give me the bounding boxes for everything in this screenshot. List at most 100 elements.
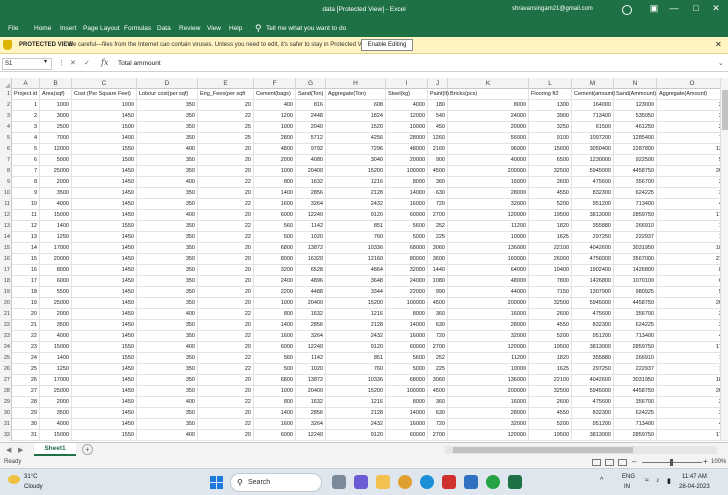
table-cell[interactable]: 32 xyxy=(657,111,728,122)
table-cell[interactable]: 1426800 xyxy=(572,276,614,287)
table-cell[interactable]: 350 xyxy=(137,111,198,122)
table-cell[interactable]: 16000 xyxy=(386,419,428,430)
vertical-scroll-thumb[interactable] xyxy=(722,90,728,130)
table-cell[interactable]: 1450 xyxy=(72,243,137,254)
table-cell[interactable]: 12000 xyxy=(386,111,428,122)
table-cell[interactable]: 9120 xyxy=(326,342,386,353)
table-cell[interactable]: 3344 xyxy=(326,287,386,298)
table-cell[interactable]: 4896 xyxy=(296,276,326,287)
table-cell[interactable]: 980925 xyxy=(614,287,657,298)
select-all-corner[interactable] xyxy=(0,78,12,89)
table-cell[interactable]: 22 xyxy=(198,221,254,232)
table-cell[interactable]: 1550 xyxy=(72,353,137,364)
table-cell[interactable]: 1450 xyxy=(72,320,137,331)
horizontal-scroll-thumb[interactable] xyxy=(453,447,633,453)
normal-view-icon[interactable] xyxy=(592,459,601,466)
table-cell[interactable]: 760 xyxy=(326,232,386,243)
row-number[interactable]: 31 xyxy=(0,419,12,430)
table-cell[interactable]: 16000 xyxy=(448,309,529,320)
tell-me-search[interactable]: Tell me what you want to do xyxy=(266,25,346,32)
table-cell[interactable]: 5200 xyxy=(529,419,572,430)
table-cell[interactable]: 350 xyxy=(137,265,198,276)
table-cell[interactable]: 1550 xyxy=(72,342,137,353)
wifi-icon[interactable]: ≈ xyxy=(645,477,649,484)
table-cell[interactable]: 17 xyxy=(12,276,40,287)
table-cell[interactable]: 350 xyxy=(137,254,198,265)
table-cell[interactable]: 2000 xyxy=(40,309,72,320)
table-cell[interactable]: 16000 xyxy=(386,331,428,342)
table-cell[interactable]: 1450 xyxy=(72,166,137,177)
table-cell[interactable]: 20 xyxy=(198,155,254,166)
table-cell[interactable]: 2200 xyxy=(254,287,296,298)
tab-review[interactable]: Review xyxy=(179,25,200,32)
table-cell[interactable]: 5500 xyxy=(40,287,72,298)
table-cell[interactable]: 356700 xyxy=(614,309,657,320)
table-cell[interactable]: 15600 xyxy=(529,144,572,155)
table-cell[interactable]: 123000 xyxy=(614,100,657,111)
table-cell[interactable]: 28000 xyxy=(448,188,529,199)
table-cell[interactable]: 100000 xyxy=(386,386,428,397)
weather-temperature[interactable]: 31°C xyxy=(24,474,37,480)
windows-start-icon[interactable] xyxy=(210,476,223,489)
table-cell[interactable]: 2400 xyxy=(254,276,296,287)
table-cell[interactable]: 53 xyxy=(657,155,728,166)
table-cell[interactable]: 3813000 xyxy=(572,342,614,353)
table-cell[interactable]: 7150 xyxy=(529,287,572,298)
table-cell[interactable]: 4000 xyxy=(40,419,72,430)
row-number[interactable]: 28 xyxy=(0,386,12,397)
table-cell[interactable]: 12160 xyxy=(326,254,386,265)
table-cell[interactable]: 624225 xyxy=(614,320,657,331)
tab-data[interactable]: Data xyxy=(157,25,171,32)
table-cell[interactable]: 8000 xyxy=(40,265,72,276)
language-indicator[interactable]: ENG xyxy=(622,474,635,480)
header-cell[interactable]: Sand(Ton) xyxy=(296,89,326,100)
table-cell[interactable]: 1000 xyxy=(254,298,296,309)
row-number[interactable]: 2 xyxy=(0,100,12,111)
table-cell[interactable]: 136000 xyxy=(448,243,529,254)
table-cell[interactable]: 20 xyxy=(198,243,254,254)
table-cell[interactable]: 1632 xyxy=(296,309,326,320)
column-header-o[interactable]: O xyxy=(657,78,728,89)
table-cell[interactable]: 1902400 xyxy=(572,265,614,276)
table-cell[interactable]: 222937 xyxy=(614,364,657,375)
column-header-f[interactable]: F xyxy=(254,78,296,89)
table-cell[interactable]: 461250 xyxy=(614,122,657,133)
table-cell[interactable]: 6000 xyxy=(40,276,72,287)
table-cell[interactable]: 6800 xyxy=(254,375,296,386)
table-cell[interactable]: 4458750 xyxy=(614,386,657,397)
table-cell[interactable]: 25000 xyxy=(40,386,72,397)
table-cell[interactable]: 59 xyxy=(657,287,728,298)
table-cell[interactable]: 25 xyxy=(198,133,254,144)
column-header-c[interactable]: C xyxy=(72,78,137,89)
table-cell[interactable]: 17000 xyxy=(40,375,72,386)
tab-home[interactable]: Home xyxy=(34,25,51,32)
table-cell[interactable]: 8000 xyxy=(386,309,428,320)
table-cell[interactable]: 4042600 xyxy=(572,243,614,254)
row-number[interactable]: 29 xyxy=(0,397,12,408)
table-cell[interactable]: 6800 xyxy=(254,243,296,254)
table-cell[interactable]: 22 xyxy=(198,364,254,375)
table-cell[interactable]: 2448 xyxy=(296,111,326,122)
table-cell[interactable]: 268 xyxy=(657,298,728,309)
table-cell[interactable]: 4458750 xyxy=(614,298,657,309)
table-cell[interactable]: 951200 xyxy=(572,419,614,430)
table-cell[interactable]: 475600 xyxy=(572,177,614,188)
table-cell[interactable]: 1500 xyxy=(72,155,137,166)
table-cell[interactable]: 32500 xyxy=(529,386,572,397)
table-cell[interactable]: 32000 xyxy=(448,331,529,342)
table-cell[interactable]: 1000 xyxy=(254,166,296,177)
table-cell[interactable]: 350 xyxy=(137,408,198,419)
avatar[interactable] xyxy=(622,5,632,15)
table-cell[interactable]: 22 xyxy=(198,177,254,188)
table-cell[interactable]: 8000 xyxy=(254,254,296,265)
table-cell[interactable]: 3031950 xyxy=(614,375,657,386)
row-number[interactable]: 10 xyxy=(0,188,12,199)
table-cell[interactable]: 222937 xyxy=(614,232,657,243)
table-cell[interactable]: 4458750 xyxy=(614,166,657,177)
task-view-icon[interactable] xyxy=(332,475,346,489)
close-icon[interactable]: ✕ xyxy=(715,40,722,49)
table-cell[interactable]: 2287800 xyxy=(614,144,657,155)
table-cell[interactable]: 22 xyxy=(198,309,254,320)
table-cell[interactable]: 8 xyxy=(12,177,40,188)
table-cell[interactable]: 1600 xyxy=(254,331,296,342)
